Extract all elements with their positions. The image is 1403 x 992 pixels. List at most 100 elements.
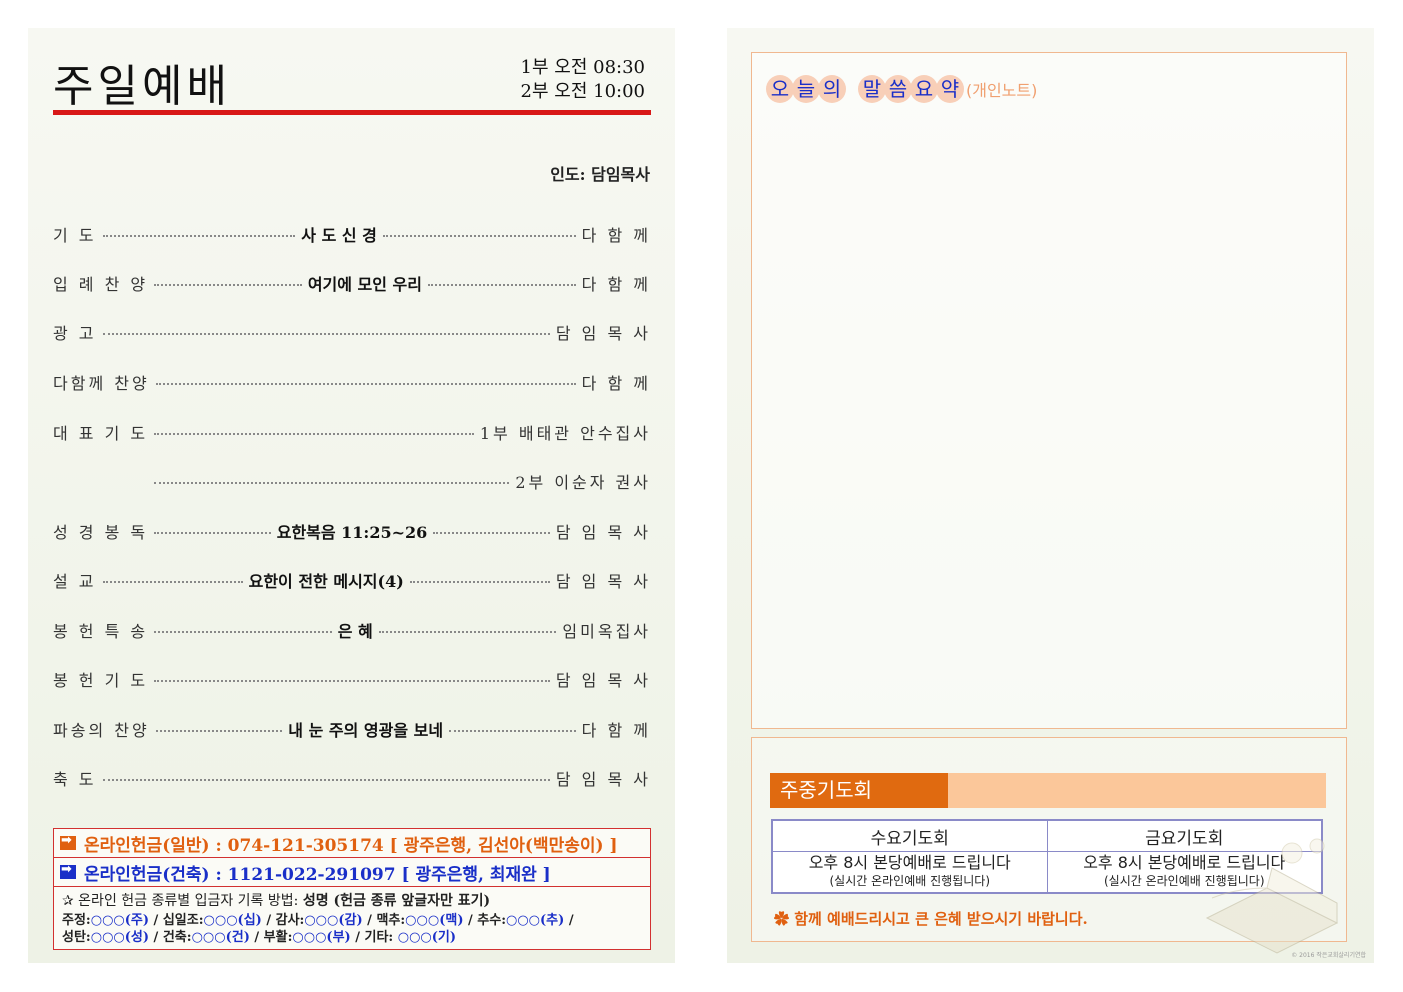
offering-code-value: ○○○(맥)	[405, 913, 464, 928]
order-item: 사 도 신 경	[301, 226, 377, 245]
order-item: 요한복음 11:25~26	[276, 523, 428, 542]
offering-codes-line2: 성탄:○○○(성) / 건축:○○○(건) / 부활:○○○(부) / 기타: …	[62, 929, 642, 946]
offering-code-label: / 추수:	[463, 913, 506, 928]
leader-dots	[428, 284, 576, 286]
order-role: 기 도	[53, 226, 97, 245]
order-item: 요한이 전한 메시지(4)	[248, 572, 404, 591]
offering-code-value: ○○○(성)	[90, 930, 150, 945]
leader-dots	[102, 235, 296, 237]
leader-dots	[382, 235, 576, 237]
leader-dots	[154, 284, 302, 286]
order-role: 대 표 기 도	[53, 424, 149, 443]
order-row: 입 례 찬 양 여기에 모인 우리 다 함 께	[53, 271, 651, 295]
order-role: 봉 헌 기 도	[53, 671, 149, 690]
offering-building-text: 온라인헌금(건축) : 1121-022-291097 [ 광주은행, 최재완 …	[84, 864, 551, 885]
offering-code-value: ○○○(건)	[191, 930, 250, 945]
arrow-right-icon	[60, 862, 76, 879]
offering-building: 온라인헌금(건축) : 1121-022-291097 [ 광주은행, 최재완 …	[54, 858, 650, 887]
order-role: 설 교	[53, 572, 97, 591]
order-person: 담 임 목 사	[555, 671, 651, 690]
title-char-bubble: 요	[910, 75, 938, 103]
leader-dots	[155, 730, 283, 732]
sermon-notes-box: 오 늘 의 말 씀 요 약 (개인노트)	[751, 52, 1347, 729]
leader-dots	[449, 730, 576, 732]
prayer-header-title: 주중기도회	[770, 773, 948, 808]
service-times: 1부 오전 08:30 2부 오전 10:00	[521, 56, 645, 104]
title-char-bubble: 말	[858, 75, 886, 103]
title-note: (개인노트)	[966, 81, 1038, 100]
open-book-icon	[1205, 838, 1339, 954]
offering-code-label: / 십일조:	[149, 913, 204, 928]
order-row: 기 도사 도 신 경다 함 께	[53, 222, 651, 246]
order-person: 담 임 목 사	[555, 523, 651, 542]
offering-code-value: ○○○(추)	[506, 913, 565, 928]
offering-code-label: / 맥추:	[362, 913, 406, 928]
order-person: 담 임 목 사	[555, 572, 652, 591]
order-role: 봉 헌 특 송	[53, 622, 149, 641]
offering-code-value: ○○○(감)	[304, 913, 363, 928]
order-row: 성 경 봉 독 요한복음 11:25~26 담 임 목 사	[53, 519, 651, 543]
offering-code-label: / 건축:	[149, 930, 192, 945]
order-item: 내 눈 주의 영광을 보네	[288, 721, 444, 740]
order-row: 봉 헌 기 도담 임 목 사	[53, 667, 651, 691]
title-char-bubble: 늘	[792, 75, 820, 103]
order-row: 축 도담 임 목 사	[53, 766, 651, 790]
offering-code-label: / 부활:	[249, 930, 293, 945]
order-role: 성 경 봉 독	[53, 523, 149, 542]
bulletin-right-page: 오 늘 의 말 씀 요 약 (개인노트) 주중기도회 수요기도회 금요기도회 오후 8시 본당…	[727, 28, 1374, 963]
order-row: 다함께 찬양 다 함 께	[53, 370, 651, 394]
leader-dots	[378, 631, 557, 633]
title-char-bubble: 의	[818, 75, 846, 103]
copyright-text: © 2016 작은교회살리기연합	[1291, 952, 1366, 959]
wednesday-prayer-sub: (실시간 온라인예배 진행됩니다)	[829, 874, 990, 888]
order-role: 축 도	[53, 770, 97, 789]
offering-code-value: ○○○(십)	[203, 913, 262, 928]
offering-code-label: / 감사:	[261, 913, 305, 928]
leader-dots	[154, 482, 510, 484]
offering-codes: 주정:○○○(주) / 십일조:○○○(십) / 감사:○○○(감) / 맥추:…	[54, 910, 650, 948]
leader-dots	[154, 680, 550, 682]
order-row: 파송의 찬양 내 눈 주의 영광을 보네 다 함 께	[53, 717, 651, 741]
sermon-summary-title: 오 늘 의 말 씀 요 약 (개인노트)	[766, 75, 1037, 103]
order-row: 봉 헌 특 송 은 혜 임미옥집사	[53, 618, 651, 642]
order-row: 2부 이순자 권사	[53, 469, 651, 493]
order-role: 광 고	[53, 324, 97, 343]
wednesday-prayer-main: 오후 8시 본당예배로 드립니다	[808, 853, 1011, 872]
order-person: 임미옥집사	[562, 622, 652, 641]
leader-dots	[154, 631, 332, 633]
wednesday-prayer-head: 수요기도회	[771, 819, 1048, 852]
offering-code-value: ○○○(부)	[292, 930, 351, 945]
order-person: 다 함 께	[581, 721, 652, 740]
order-person: 다 함 께	[581, 226, 651, 245]
leader-dots	[409, 581, 550, 583]
offering-codes-line1: 주정:○○○(주) / 십일조:○○○(십) / 감사:○○○(감) / 맥추:…	[62, 912, 642, 929]
blessing-message: ✿ 함께 예배드리시고 큰 은혜 받으시기 바랍니다.	[774, 910, 1088, 928]
title-divider	[53, 110, 651, 115]
leader-dots	[154, 433, 474, 435]
leader-dots	[102, 581, 243, 583]
offering-code-label: /	[564, 913, 574, 928]
order-item: 은 혜	[337, 622, 373, 641]
prayer-header-bar: 주중기도회	[770, 773, 1326, 808]
title-char-bubble: 약	[936, 75, 964, 103]
order-person: 다 함 께	[581, 374, 651, 393]
order-person: 담 임 목 사	[555, 770, 651, 789]
offering-general-text: 온라인헌금(일반) : 074-121-305174 [ 광주은행, 김선아(백…	[84, 835, 618, 856]
offering-code-value: ○○○(기)	[397, 930, 457, 945]
leader-dots	[154, 532, 271, 534]
arrow-right-icon	[60, 833, 76, 850]
order-row: 광 고담 임 목 사	[53, 320, 651, 344]
order-row: 설 교 요한이 전한 메시지(4) 담 임 목 사	[53, 568, 651, 592]
page-title: 주일예배	[53, 61, 231, 112]
order-item: 여기에 모인 우리	[307, 275, 422, 294]
offering-code-label: / 기타:	[350, 930, 398, 945]
order-row: 대 표 기 도 1부 배태관 안수집사	[53, 420, 651, 444]
offering-note-bold: 성명 (헌금 종류 앞글자만 표기)	[302, 893, 491, 909]
leader-dots	[433, 532, 550, 534]
service-time-first: 1부 오전 08:30	[520, 57, 645, 78]
service-time-second: 2부 오전 10:00	[520, 81, 645, 102]
offering-box: 온라인헌금(일반) : 074-121-305174 [ 광주은행, 김선아(백…	[53, 828, 651, 950]
offering-note-prefix: ✰ 온라인 헌금 종류별 입금자 기록 방법:	[62, 893, 303, 909]
offering-code-value: ○○○(주)	[90, 913, 150, 928]
order-role: 다함께 찬양	[53, 374, 150, 393]
